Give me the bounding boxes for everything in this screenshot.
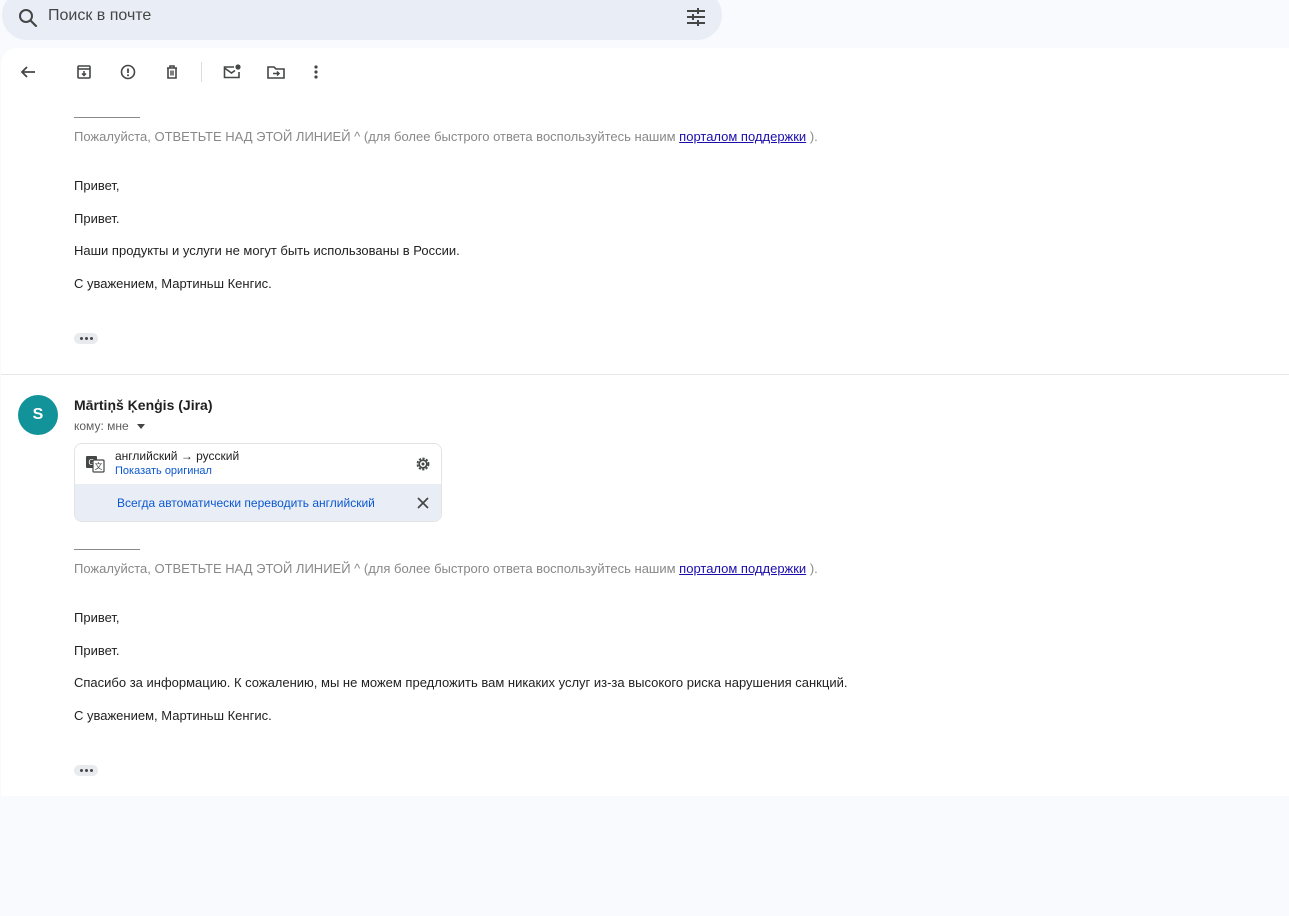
arrow-back-icon [20,66,35,78]
mark-unread-button[interactable] [220,60,244,84]
reply-above-notice: Пожалуйста, ОТВЕТЬТЕ НАД ЭТОЙ ЛИНИЕЙ ^ (… [74,561,818,576]
recipient-label: кому: мне [74,419,129,433]
message-divider [1,374,1289,375]
body-line: Привет. [74,643,120,658]
support-portal-link[interactable]: порталом поддержки [679,561,806,576]
translate-icon: G 文 [86,456,105,473]
translation-languages: английский → русский [115,449,240,463]
show-original-link[interactable]: Показать оригинал [115,465,212,477]
reply-separator-line [74,549,140,550]
avatar[interactable]: S [18,395,58,435]
signature-line: С уважением, Мартиньш Кенгис. [74,708,272,723]
reply-above-notice: Пожалуйста, ОТВЕТЬТЕ НАД ЭТОЙ ЛИНИЕЙ ^ (… [74,129,818,144]
translation-card: G 文 английский → русский Показать оригин… [74,443,442,522]
move-to-button[interactable] [264,60,288,84]
close-icon[interactable] [415,495,431,511]
report-spam-icon [120,64,136,80]
body-line: Наши продукты и услуги не могут быть исп… [74,243,460,258]
message-toolbar [1,48,1289,96]
search-options-icon[interactable] [684,5,708,29]
gear-icon[interactable] [413,454,433,474]
always-translate-link[interactable]: Всегда автоматически переводить английск… [117,496,375,510]
report-spam-button[interactable] [116,60,140,84]
sender-name[interactable]: Mārtiņš Ķenģis (Jira) [74,397,212,413]
support-portal-link[interactable]: порталом поддержки [679,129,806,144]
toolbar-divider [201,62,202,82]
search-input[interactable]: Поиск в почте [48,7,151,25]
message-panel: Пожалуйста, ОТВЕТЬТЕ НАД ЭТОЙ ЛИНИЕЙ ^ (… [1,48,1289,796]
caret-down-icon [136,423,145,429]
search-icon[interactable] [16,6,40,30]
recipient-details-toggle[interactable]: кому: мне [74,419,145,433]
search-bar[interactable]: Поиск в почте [2,0,722,40]
body-line: Привет. [74,211,120,226]
translation-header: G 文 английский → русский Показать оригин… [75,444,441,484]
move-to-icon [267,66,285,79]
mark-unread-icon [223,64,241,79]
archive-button[interactable] [72,60,96,84]
delete-icon [167,65,177,79]
more-button[interactable] [304,60,328,84]
svg-text:文: 文 [95,461,103,471]
auto-translate-bar: Всегда автоматически переводить английск… [75,484,441,521]
delete-button[interactable] [160,60,184,84]
body-line: Спасибо за информацию. К сожалению, мы н… [74,675,848,690]
archive-icon [77,65,91,79]
body-line: Привет, [74,610,120,625]
show-trimmed-content-button[interactable] [74,333,98,344]
signature-line: С уважением, Мартиньш Кенгис. [74,276,272,291]
reply-separator-line [74,117,140,118]
show-trimmed-content-button[interactable] [74,765,98,776]
more-vertical-icon [314,65,318,79]
body-line: Привет, [74,178,120,193]
back-button[interactable] [16,60,40,84]
